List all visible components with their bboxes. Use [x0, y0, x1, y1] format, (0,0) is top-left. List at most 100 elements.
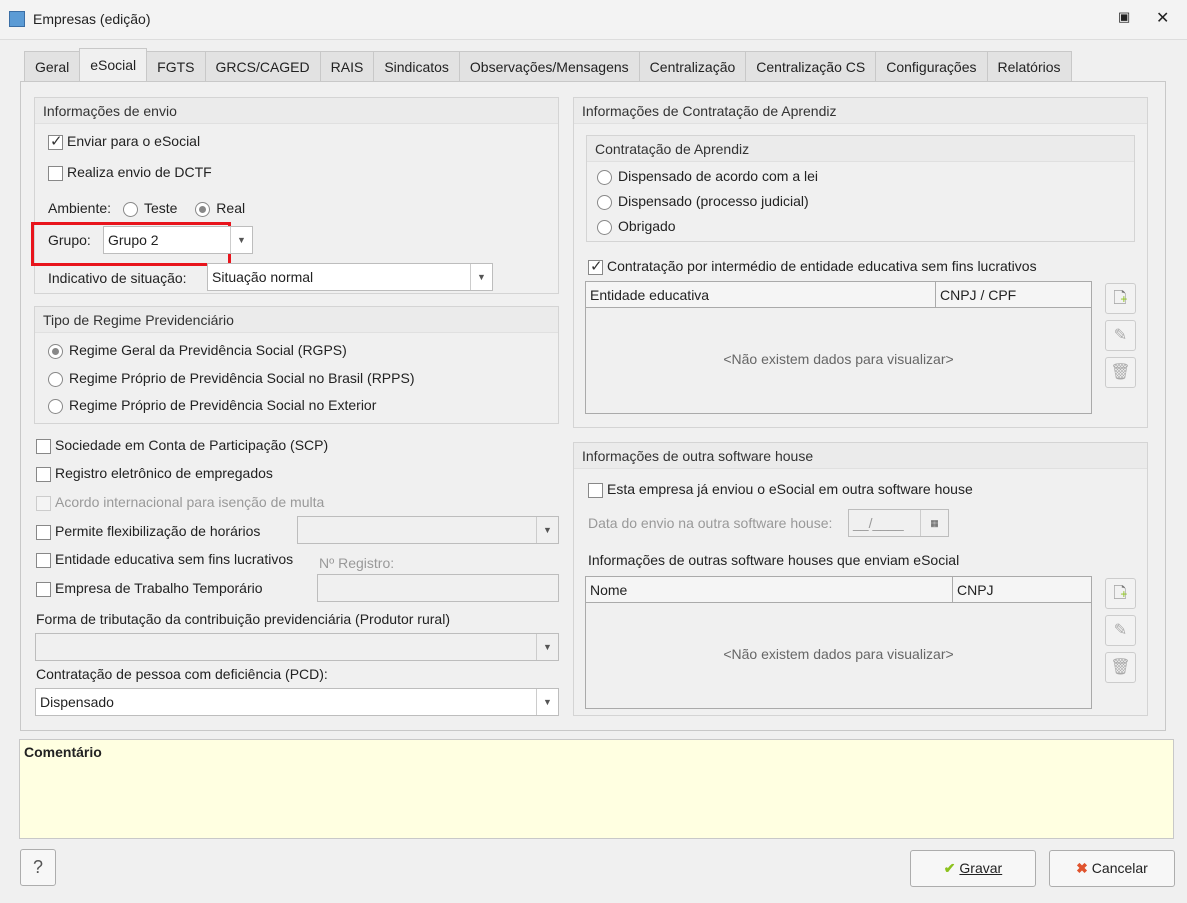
dctf-checkbox[interactable]: Realiza envio de DCTF — [48, 164, 212, 181]
tab-grcs-caged[interactable]: GRCS/CAGED — [204, 51, 321, 81]
label: Contratação por intermédio de entidade e… — [607, 258, 1037, 274]
tab-bar: Geral eSocial FGTS GRCS/CAGED RAIS Sindi… — [24, 48, 1072, 81]
indicativo-label: Indicativo de situação: — [48, 270, 187, 286]
cancelar-button[interactable]: ✖ Cancelar — [1049, 850, 1175, 887]
chevron-down-icon[interactable]: ▼ — [536, 634, 558, 660]
chevron-down-icon[interactable]: ▼ — [230, 227, 252, 253]
tab-centralizacao[interactable]: Centralização — [638, 51, 747, 81]
aprendiz-title: Informações de Contratação de Aprendiz — [574, 98, 1147, 124]
restore-icon[interactable]: ▣ — [1118, 9, 1130, 25]
indicativo-select[interactable]: Situação normal ▼ — [207, 263, 493, 291]
aprendiz-dispensado-judicial-radio[interactable]: Dispensado (processo judicial) — [597, 193, 809, 210]
window-title: Empresas (edição) — [33, 11, 151, 27]
comentario-textarea[interactable]: Comentário — [19, 739, 1174, 839]
nregistro-input[interactable] — [317, 574, 559, 602]
label: Entidade educativa sem fins lucrativos — [55, 551, 294, 567]
empty-message: <Não existem dados para visualizar> — [723, 646, 954, 662]
add-icon[interactable]: 🗋+ — [1105, 283, 1136, 314]
tributacao-select[interactable]: ▼ — [35, 633, 559, 661]
software-grid[interactable]: Nome CNPJ <Não existem dados para visuali… — [585, 576, 1092, 709]
pcd-select[interactable]: Dispensado ▼ — [35, 688, 559, 716]
label: Acordo internacional para isenção de mul… — [55, 494, 325, 510]
tab-configuracoes[interactable]: Configurações — [875, 51, 988, 81]
label: Registro eletrônico de empregados — [55, 465, 273, 481]
label: Sociedade em Conta de Participação (SCP) — [55, 437, 329, 453]
gravar-button[interactable]: ✔ Gravar — [910, 850, 1036, 887]
chevron-down-icon[interactable]: ▼ — [536, 689, 558, 715]
label: Obrigado — [618, 218, 676, 234]
tab-fgts[interactable]: FGTS — [146, 51, 206, 81]
ambiente-label: Ambiente: — [48, 200, 112, 216]
comentario-label: Comentário — [24, 744, 102, 760]
ambiente-teste-radio[interactable]: Teste — [122, 200, 177, 217]
calendar-icon[interactable]: ▦ — [920, 510, 948, 536]
value: Grupo 2 — [108, 232, 159, 248]
acordo-internacional-checkbox[interactable]: Acordo internacional para isenção de mul… — [36, 494, 324, 511]
tab-rais[interactable]: RAIS — [319, 51, 375, 81]
grupo-select[interactable]: Grupo 2 ▼ — [103, 226, 253, 254]
data-envio-label: Data do envio na outra software house: — [588, 515, 833, 531]
tab-relatorios[interactable]: Relatórios — [986, 51, 1072, 81]
aprendiz-dispensado-lei-radio[interactable]: Dispensado de acordo com a lei — [597, 168, 818, 185]
scp-checkbox[interactable]: Sociedade em Conta de Participação (SCP) — [36, 437, 328, 454]
tab-observacoes[interactable]: Observações/Mensagens — [458, 51, 640, 81]
envio-title: Informações de envio — [35, 98, 558, 124]
label: Real — [216, 200, 246, 216]
label: Dispensado de acordo com a lei — [618, 168, 819, 184]
software-title: Informações de outra software house — [574, 443, 1147, 469]
regime-rpps-radio[interactable]: Regime Próprio de Previdência Social no … — [48, 370, 414, 387]
entidade-grid[interactable]: Entidade educativa CNPJ / CPF <Não existe… — [585, 281, 1092, 414]
regime-exterior-radio[interactable]: Regime Próprio de Previdência Social no … — [48, 397, 376, 414]
x-icon: ✖ — [1076, 860, 1088, 876]
value: Dispensado — [40, 694, 114, 710]
tab-centralizacao-cs[interactable]: Centralização CS — [745, 51, 877, 81]
registro-eletronico-checkbox[interactable]: Registro eletrônico de empregados — [36, 465, 273, 482]
tab-geral[interactable]: Geral — [24, 51, 81, 81]
add-icon[interactable]: 🗋+ — [1105, 578, 1136, 609]
label: Regime Geral da Previdência Social (RGPS… — [69, 342, 347, 358]
grupo-label: Grupo: — [48, 232, 91, 248]
label: Gravar — [959, 860, 1003, 876]
label: Realiza envio de DCTF — [67, 164, 212, 180]
value: __/____ — [853, 515, 904, 531]
label: Enviar para o eSocial — [67, 133, 201, 149]
edit-icon[interactable]: ✎ — [1105, 320, 1136, 351]
close-icon[interactable]: ✕ — [1156, 8, 1169, 28]
chevron-down-icon[interactable]: ▼ — [536, 517, 558, 543]
regime-rgps-radio[interactable]: Regime Geral da Previdência Social (RGPS… — [48, 342, 347, 359]
trabalho-temporario-checkbox[interactable]: Empresa de Trabalho Temporário — [36, 580, 263, 597]
trash-icon[interactable]: 🗑 — [1105, 357, 1136, 388]
data-envio-input[interactable]: __/____ ▦ — [848, 509, 949, 537]
aprendiz-obrigado-radio[interactable]: Obrigado — [597, 218, 676, 235]
pcd-label: Contratação de pessoa com deficiência (P… — [36, 666, 328, 682]
enviar-esocial-checkbox[interactable]: Enviar para o eSocial — [48, 132, 201, 150]
empty-message: <Não existem dados para visualizar> — [723, 351, 954, 367]
tab-esocial[interactable]: eSocial — [79, 48, 148, 81]
trash-icon[interactable]: 🗑 — [1105, 652, 1136, 683]
label: Cancelar — [1091, 860, 1148, 876]
flexibilizacao-checkbox[interactable]: Permite flexibilização de horários — [36, 523, 260, 540]
value: Situação normal — [212, 269, 314, 285]
enviou-checkbox[interactable]: Esta empresa já enviou o eSocial em outr… — [588, 481, 973, 498]
regime-title: Tipo de Regime Previdenciário — [35, 307, 558, 333]
intermedio-checkbox[interactable]: Contratação por intermédio de entidade e… — [588, 257, 1037, 275]
title-bar: Empresas (edição) ▣ ✕ — [0, 0, 1187, 40]
ambiente-real-radio[interactable]: Real — [195, 200, 246, 217]
tributacao-label: Forma de tributação da contribuição prev… — [36, 611, 450, 627]
help-button[interactable]: ? — [20, 849, 56, 886]
col-entidade[interactable]: Entidade educativa — [590, 282, 709, 308]
label: Empresa de Trabalho Temporário — [55, 580, 263, 596]
chevron-down-icon[interactable]: ▼ — [470, 264, 492, 290]
check-icon: ✔ — [943, 860, 956, 876]
aprendiz-subtitle: Contratação de Aprendiz — [587, 136, 1134, 162]
flexibilizacao-select[interactable]: ▼ — [297, 516, 559, 544]
edit-icon[interactable]: ✎ — [1105, 615, 1136, 646]
label: Permite flexibilização de horários — [55, 523, 261, 539]
nregistro-label: Nº Registro: — [319, 555, 395, 571]
entidade-educativa-checkbox[interactable]: Entidade educativa sem fins lucrativos — [36, 551, 293, 568]
col-cnpj-cpf[interactable]: CNPJ / CPF — [935, 282, 1016, 307]
label: Regime Próprio de Previdência Social no … — [69, 370, 415, 386]
col-cnpj[interactable]: CNPJ — [952, 577, 994, 602]
col-nome[interactable]: Nome — [590, 577, 627, 603]
tab-sindicatos[interactable]: Sindicatos — [373, 51, 460, 81]
